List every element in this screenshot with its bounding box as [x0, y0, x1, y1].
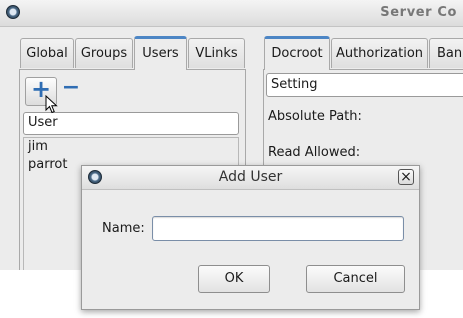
- tab-label: Global: [26, 46, 68, 61]
- tab-label: Docroot: [271, 46, 323, 61]
- column-header-user: User: [28, 115, 58, 130]
- remove-user-button[interactable]: −: [59, 75, 83, 106]
- ok-button-label: OK: [224, 271, 244, 286]
- tab-label: Ban: [437, 46, 463, 61]
- dialog-title: Add User: [218, 169, 283, 185]
- name-input[interactable]: [152, 216, 404, 241]
- close-icon: ×: [400, 169, 412, 185]
- tab-vlinks[interactable]: VLinks: [188, 38, 245, 68]
- cancel-button-label: Cancel: [333, 271, 378, 286]
- name-label: Name:: [102, 221, 145, 236]
- tab-label: Groups: [80, 46, 128, 61]
- mouse-cursor-icon: [45, 95, 58, 114]
- tab-authorization[interactable]: Authorization: [331, 38, 428, 68]
- users-list-header[interactable]: User: [23, 112, 239, 135]
- ok-button[interactable]: OK: [198, 265, 270, 293]
- add-user-dialog: Add User × Name: OK Cancel: [81, 165, 420, 310]
- minus-icon: −: [61, 75, 81, 100]
- cancel-button[interactable]: Cancel: [306, 265, 405, 293]
- tab-label: Authorization: [335, 46, 424, 61]
- list-item[interactable]: parrot: [28, 157, 67, 172]
- tab-label: VLinks: [195, 46, 238, 61]
- tab-docroot[interactable]: Docroot: [264, 36, 330, 70]
- column-header-setting: Setting: [271, 77, 318, 92]
- tab-ban[interactable]: Ban: [429, 38, 463, 68]
- tab-label: Users: [142, 46, 179, 61]
- main-titlebar: Server Co: [0, 0, 463, 27]
- setting-label-read-allowed: Read Allowed:: [268, 145, 361, 160]
- list-item[interactable]: jim: [28, 139, 48, 154]
- tab-global[interactable]: Global: [20, 38, 74, 68]
- setting-label-absolute-path: Absolute Path:: [268, 109, 362, 124]
- window-title: Server Co: [380, 5, 457, 20]
- settings-header[interactable]: Setting: [266, 73, 463, 97]
- app-icon[interactable]: [6, 5, 20, 19]
- close-button[interactable]: ×: [398, 169, 414, 185]
- dialog-titlebar: Add User ×: [82, 166, 419, 190]
- tab-groups[interactable]: Groups: [75, 38, 133, 68]
- tab-users[interactable]: Users: [134, 36, 187, 70]
